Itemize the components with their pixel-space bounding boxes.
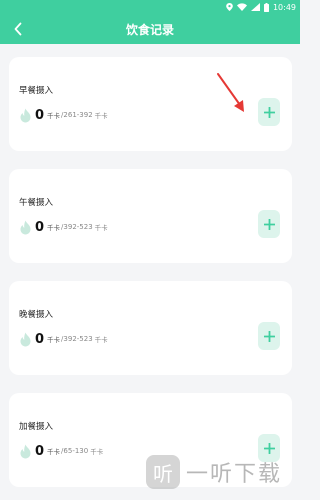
kcal-range: /392-523	[61, 335, 93, 343]
flame-icon	[19, 444, 32, 459]
chevron-left-icon	[14, 22, 22, 36]
kcal-range: /261-392	[61, 111, 93, 119]
watermark: 听 一听下载	[146, 452, 296, 492]
kcal-range: /65-130	[61, 447, 89, 455]
kcal-unit: 千卡	[47, 224, 61, 232]
meal-label: 早餐摄入	[19, 86, 54, 96]
page-title: 饮食记录	[125, 22, 174, 37]
plus-icon	[263, 106, 275, 118]
meal-label: 午餐摄入	[19, 198, 54, 208]
flame-icon	[19, 332, 32, 347]
red-arrow-annotation	[217, 73, 244, 112]
kcal-range: /392-523	[61, 223, 93, 231]
kcal-range-unit: 千卡	[94, 112, 108, 120]
plus-icon	[263, 330, 275, 342]
watermark-logo: 听	[146, 455, 180, 489]
kcal-row: 0 千卡 /261-392 千卡	[19, 105, 108, 125]
add-lunch-button[interactable]	[258, 210, 280, 238]
back-button[interactable]	[8, 18, 28, 40]
kcal-range-unit: 千卡	[94, 336, 108, 344]
kcal-value: 0	[35, 219, 45, 235]
status-bar: 10:49	[0, 0, 300, 14]
kcal-unit: 千卡	[47, 448, 61, 456]
add-breakfast-button[interactable]	[258, 98, 280, 126]
plus-icon	[263, 218, 275, 230]
wifi-icon	[236, 3, 247, 11]
kcal-row: 0 千卡 /392-523 千卡	[19, 217, 108, 237]
kcal-unit: 千卡	[47, 112, 61, 120]
location-icon	[226, 3, 233, 11]
meal-card-dinner: 晚餐摄入 0 千卡 /392-523 千卡	[9, 281, 292, 375]
meal-card-lunch: 午餐摄入 0 千卡 /392-523 千卡	[9, 169, 292, 263]
watermark-text: 一听下载	[186, 462, 283, 487]
meal-label: 晚餐摄入	[19, 310, 54, 320]
meal-card-breakfast: 早餐摄入 0 千卡 /261-392 千卡	[9, 57, 292, 151]
kcal-row: 0 千卡 /65-130 千卡	[19, 441, 103, 461]
app-header: 饮食记录	[0, 14, 300, 44]
battery-icon	[263, 2, 269, 12]
kcal-row: 0 千卡 /392-523 千卡	[19, 329, 108, 349]
meal-label: 加餐摄入	[19, 422, 54, 432]
status-time: 10:49	[272, 2, 296, 12]
flame-icon	[19, 108, 32, 123]
kcal-value: 0	[35, 107, 45, 123]
add-dinner-button[interactable]	[258, 322, 280, 350]
kcal-range-unit: 千卡	[90, 448, 104, 456]
kcal-value: 0	[35, 443, 45, 459]
kcal-value: 0	[35, 331, 45, 347]
flame-icon	[19, 220, 32, 235]
signal-icon	[250, 3, 260, 11]
meal-list: 早餐摄入 0 千卡 /261-392 千卡 午餐摄入 0 千卡 /392-523…	[0, 44, 300, 500]
kcal-range-unit: 千卡	[94, 224, 108, 232]
kcal-unit: 千卡	[47, 336, 61, 344]
